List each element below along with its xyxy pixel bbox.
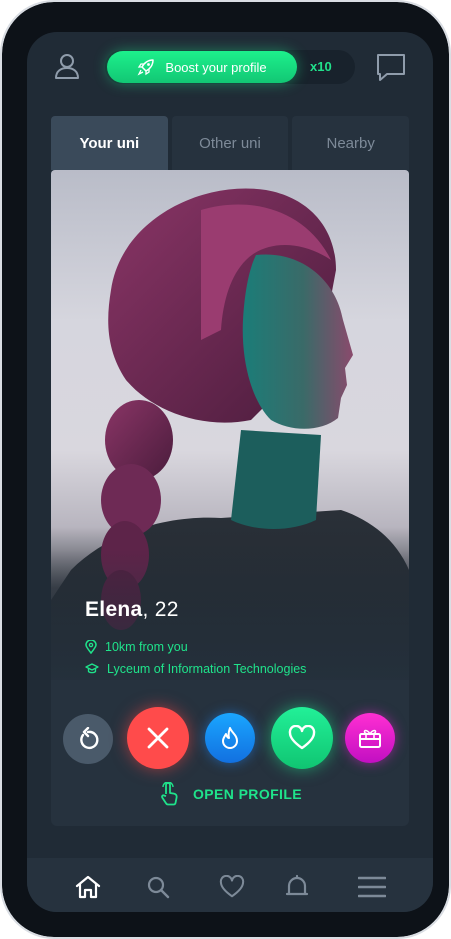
nav-menu[interactable] xyxy=(357,872,387,902)
tab-other-uni[interactable]: Other uni xyxy=(171,116,289,170)
boost-profile-button[interactable]: Boost your profile xyxy=(107,51,297,83)
nav-likes[interactable] xyxy=(217,872,247,902)
profile-card[interactable]: Elena, 22 10km from you Lyceum of Inform… xyxy=(51,170,409,826)
tab-nearby[interactable]: Nearby xyxy=(292,116,410,170)
bottom-nav xyxy=(27,858,433,912)
profile-button[interactable] xyxy=(51,50,83,82)
profile-name: Elena, 22 xyxy=(85,598,179,622)
menu-icon xyxy=(358,876,386,898)
tab-your-uni[interactable]: Your uni xyxy=(51,116,168,170)
messages-button[interactable] xyxy=(374,50,408,84)
boost-label: Boost your profile xyxy=(165,59,267,75)
gift-icon xyxy=(359,729,381,748)
search-icon xyxy=(147,876,170,899)
nav-home[interactable] xyxy=(73,872,103,902)
dislike-button[interactable] xyxy=(127,707,189,769)
profile-age: , 22 xyxy=(142,598,179,621)
app-screen: Boost your profile x10 Your uni Other un… xyxy=(27,32,433,912)
boost-bar: Boost your profile x10 xyxy=(105,50,355,84)
open-profile-link[interactable]: OPEN PROFILE xyxy=(159,782,302,806)
graduation-cap-icon xyxy=(85,663,99,674)
undo-icon xyxy=(80,727,99,750)
distance-row: 10km from you xyxy=(85,640,188,654)
user-icon xyxy=(55,54,79,79)
nav-search[interactable] xyxy=(143,872,173,902)
close-icon xyxy=(147,727,169,749)
school-text: Lyceum of Information Technologies xyxy=(107,662,307,676)
rocket-icon xyxy=(137,59,155,76)
heart-icon xyxy=(288,725,316,750)
flame-icon xyxy=(222,727,238,749)
undo-button[interactable] xyxy=(63,714,113,764)
heart-icon xyxy=(219,875,245,898)
open-profile-label: OPEN PROFILE xyxy=(193,786,303,802)
boost-count: x10 xyxy=(310,59,332,74)
gift-button[interactable] xyxy=(345,713,395,763)
location-pin-icon xyxy=(85,640,97,654)
super-like-button[interactable] xyxy=(205,713,255,763)
school-row: Lyceum of Information Technologies xyxy=(85,662,306,676)
bell-icon xyxy=(285,874,309,896)
tab-bar: Your uni Other uni Nearby xyxy=(51,116,410,170)
tap-hand-icon xyxy=(161,782,178,806)
like-button[interactable] xyxy=(271,707,333,769)
distance-text: 10km from you xyxy=(105,640,188,654)
profile-first-name: Elena xyxy=(85,598,143,621)
home-icon xyxy=(75,875,101,899)
chat-icon xyxy=(377,54,405,81)
nav-notifications[interactable] xyxy=(282,872,312,902)
